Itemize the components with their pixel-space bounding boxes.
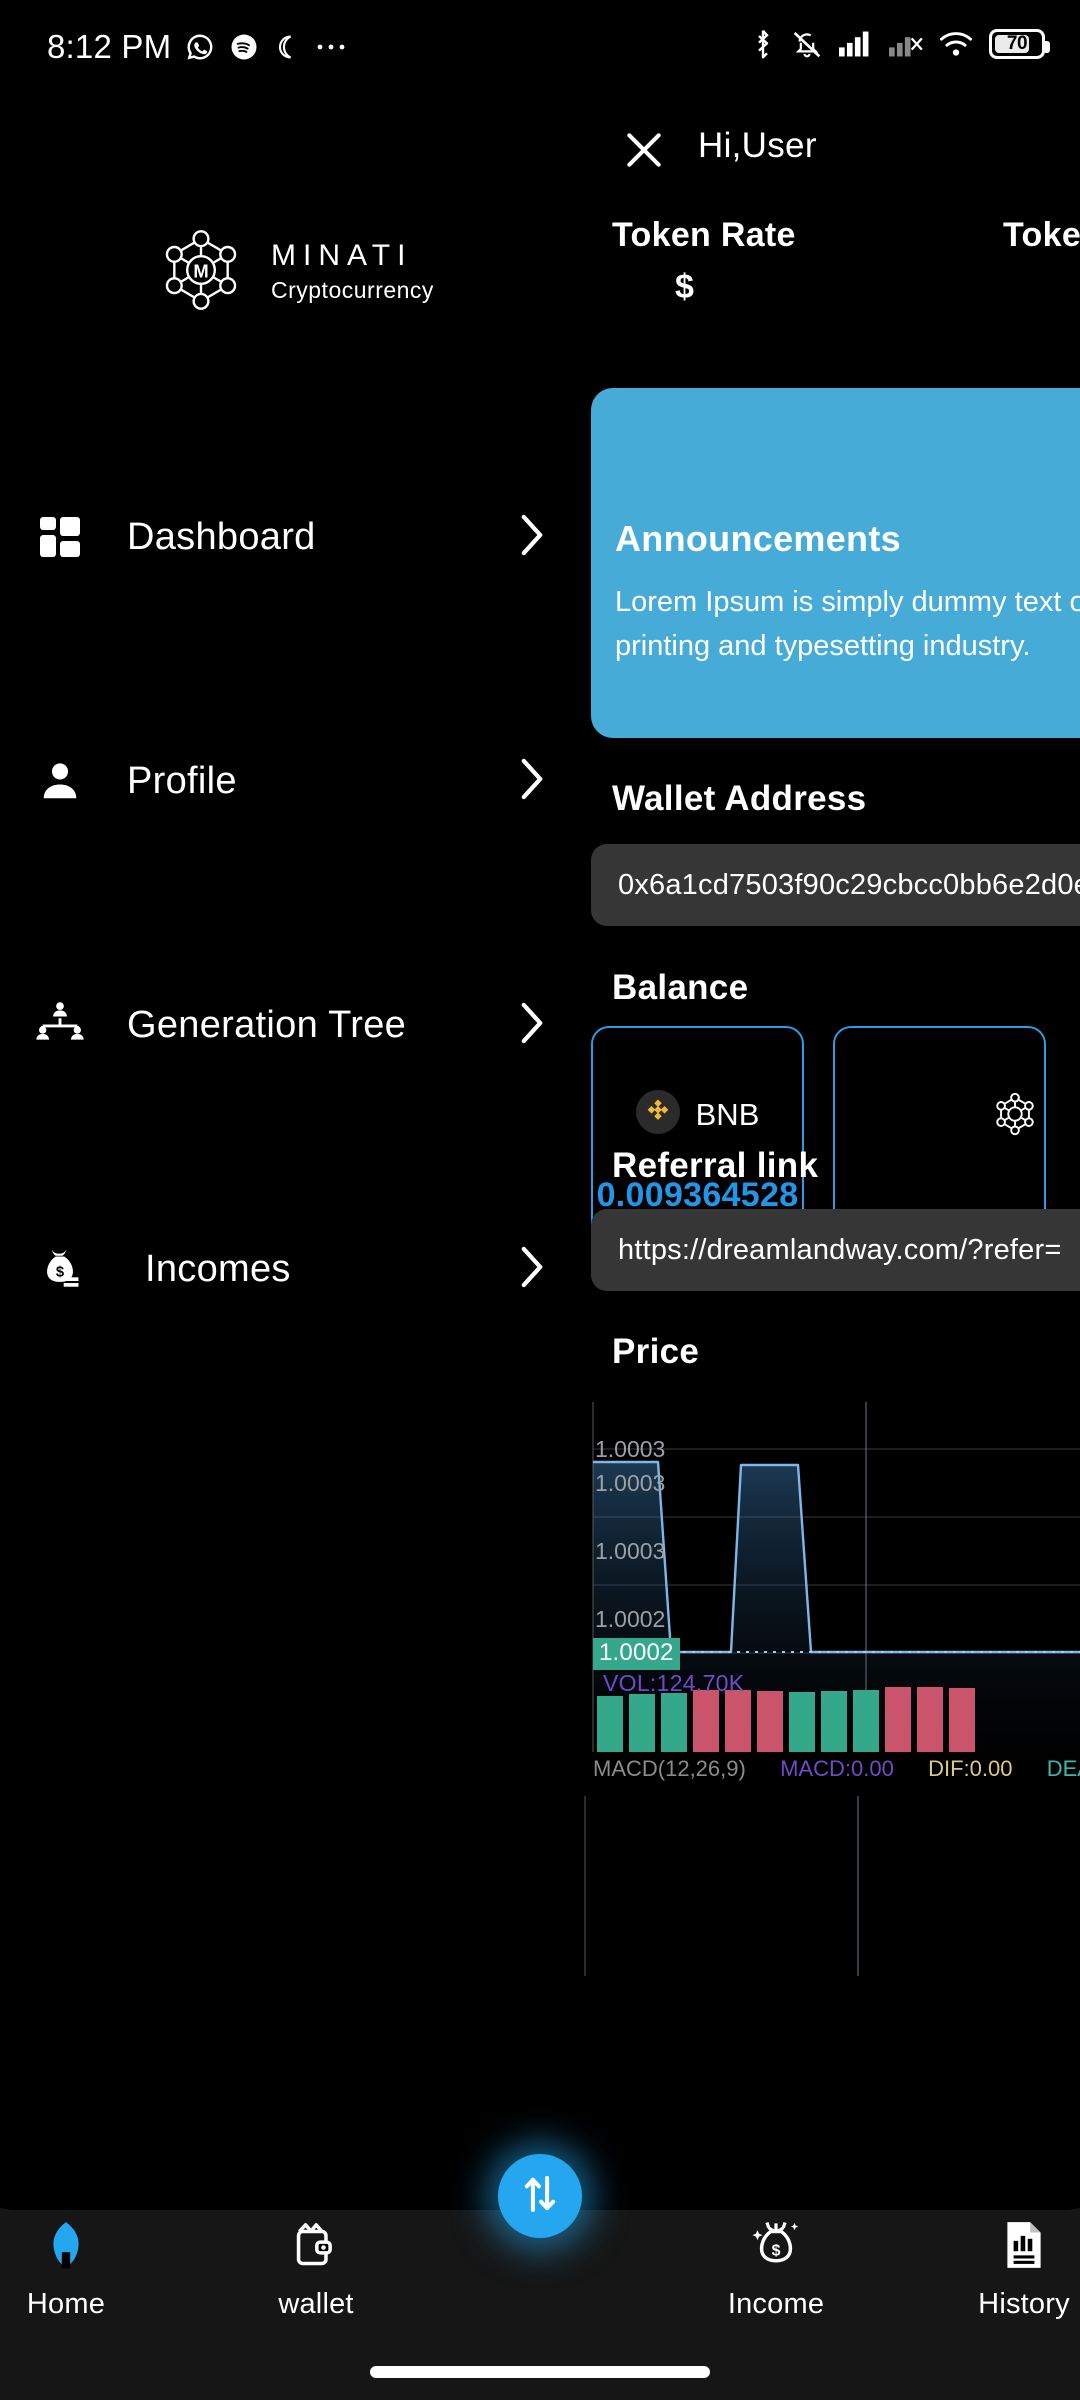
logo-text-block: MINATI Cryptocurrency	[271, 241, 434, 304]
volume-label: VOL:124.70K	[603, 1670, 745, 1696]
sidebar-item-label: Generation Tree	[127, 1003, 407, 1046]
current-price-badge: 1.0002	[593, 1638, 680, 1670]
bottom-navigation: Home wallet $ Income History	[0, 2150, 1080, 2400]
sidebar-item-profile[interactable]: Profile	[0, 720, 575, 842]
hierarchy-tree-icon	[32, 997, 88, 1053]
macd-panel	[584, 1796, 859, 1976]
chevron-right-icon	[517, 1000, 547, 1051]
dashboard-grid-icon	[32, 509, 88, 565]
battery-indicator: 70	[989, 29, 1050, 59]
status-bar-right: 70	[751, 28, 1050, 60]
svg-text:$: $	[772, 2243, 781, 2260]
wallet-address-field[interactable]: 0x6a1cd7503f90c29cbcc0bb6e2d0e	[591, 844, 1080, 926]
nav-item-history[interactable]: History	[916, 2208, 1080, 2321]
macd-dea: DEA:0.0	[1046, 1756, 1080, 1781]
nav-label-wallet: wallet	[278, 2288, 354, 2320]
minati-hexagon-icon	[991, 1090, 1039, 1143]
moon-icon	[273, 33, 301, 61]
nav-items: Home wallet $ Income History	[0, 2208, 1080, 2358]
navigation-drawer: M MINATI Cryptocurrency Dashboard Profil…	[0, 96, 575, 2210]
bluetooth-icon	[751, 28, 775, 60]
nav-item-wallet[interactable]: wallet	[208, 2208, 424, 2321]
main-content: Hi,User Token Rate $ Toke Announcements …	[575, 96, 1080, 2210]
price-title: Price	[612, 1332, 700, 1371]
person-icon	[32, 753, 88, 809]
chevron-right-icon	[517, 1244, 547, 1295]
sidebar-item-incomes[interactable]: $ Incomes	[0, 1208, 575, 1330]
nav-item-home[interactable]: Home	[0, 2208, 174, 2321]
greeting-text: Hi,User	[698, 126, 817, 165]
nav-label-income: Income	[727, 2288, 825, 2320]
drawer-menu: Dashboard Profile Generation Tree $ Inco…	[0, 476, 575, 1290]
macd-value: MACD:0.00	[780, 1756, 894, 1781]
whatsapp-icon	[185, 32, 215, 62]
y-tick-3: 1.0002	[595, 1606, 666, 1632]
nav-label-home: Home	[26, 2288, 106, 2320]
balance-title: Balance	[612, 968, 749, 1007]
document-chart-icon	[916, 2208, 1080, 2272]
mute-bell-icon	[791, 29, 823, 59]
svg-text:$: $	[56, 1264, 64, 1280]
sidebar-item-generation-tree[interactable]: Generation Tree	[0, 964, 575, 1086]
close-icon[interactable]	[622, 128, 666, 172]
announcement-title: Announcements	[615, 518, 901, 559]
nav-label-history: History	[978, 2288, 1070, 2320]
wallet-icon	[208, 2208, 424, 2272]
binance-coin-icon	[635, 1090, 680, 1139]
chevron-right-icon	[517, 512, 547, 563]
money-bag-icon: $	[32, 1241, 88, 1297]
home-icon	[0, 2208, 174, 2272]
macd-params: MACD(12,26,9)	[593, 1756, 746, 1781]
sidebar-item-label: Incomes	[145, 1247, 291, 1290]
token-rate-label: Token Rate	[612, 216, 796, 254]
gesture-home-bar[interactable]	[370, 2366, 710, 2378]
y-tick-2: 1.0003	[595, 1538, 666, 1564]
balance-card-header-2	[835, 1090, 1044, 1143]
sidebar-item-label: Dashboard	[127, 515, 316, 558]
referral-link-field[interactable]: https://dreamlandway.com/?refer=	[591, 1209, 1080, 1291]
status-bar: 8:12 PM 70	[0, 0, 1080, 96]
spotify-icon	[229, 32, 259, 62]
clock: 8:12 PM	[47, 28, 172, 65]
chevron-right-icon	[517, 756, 547, 807]
wallet-address-title: Wallet Address	[612, 779, 867, 818]
balance-card-header: BNB	[593, 1090, 802, 1139]
announcement-body: Lorem Ipsum is simply dummy text of the …	[615, 586, 1080, 662]
app-logo: M MINATI Cryptocurrency	[155, 224, 434, 321]
token-rate-label-2: Toke	[1003, 216, 1080, 254]
wallet-address-value: 0x6a1cd7503f90c29cbcc0bb6e2d0e	[618, 868, 1080, 901]
balance-coin-name: BNB	[695, 1096, 760, 1132]
logo-tagline: Cryptocurrency	[271, 277, 434, 303]
content-header: Hi,User	[575, 114, 1080, 184]
y-tick-1: 1.0003	[595, 1470, 666, 1496]
status-bar-left: 8:12 PM	[47, 28, 349, 66]
y-tick-0: 1.0003	[595, 1436, 666, 1462]
referral-link-value: https://dreamlandway.com/?refer=	[618, 1233, 1062, 1266]
money-bag-sparkle-icon: $	[668, 2208, 884, 2272]
announcement-card[interactable]: Announcements Lorem Ipsum is simply dumm…	[591, 388, 1080, 738]
signal-no-service-icon	[889, 31, 923, 57]
hexagon-network-logo-icon: M	[155, 224, 247, 321]
macd-dif: DIF:0.00	[928, 1756, 1013, 1781]
referral-link-title: Referral link	[612, 1146, 819, 1185]
token-rate-value: $	[675, 268, 694, 306]
price-chart[interactable]: 1.0003 1.0003 1.0003 1.0002 1.0002 VOL:1…	[583, 1402, 1080, 1752]
app-screen: 8:12 PM 70 M MINATI Cryptocurrency Dashb…	[0, 0, 1080, 2400]
sidebar-item-label: Profile	[127, 759, 237, 802]
signal-icon	[839, 31, 873, 57]
sidebar-item-dashboard[interactable]: Dashboard	[0, 476, 575, 598]
nav-item-income[interactable]: $ Income	[668, 2208, 884, 2321]
macd-legend: MACD(12,26,9) MACD:0.00 DIF:0.00 DEA:0.0	[593, 1756, 1080, 1782]
battery-level: 70	[1006, 33, 1028, 54]
svg-text:M: M	[193, 260, 208, 281]
more-dots-icon	[315, 40, 349, 54]
wifi-icon	[939, 30, 973, 58]
logo-name: MINATI	[271, 239, 413, 272]
